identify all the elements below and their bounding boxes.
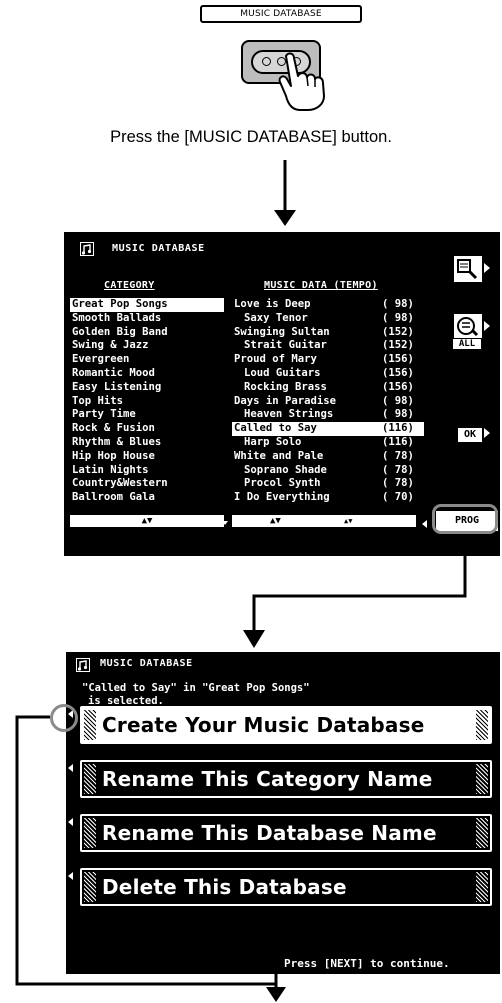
search-database-button[interactable]: [452, 254, 484, 284]
music-data-name: Heaven Strings: [244, 408, 334, 421]
music-data-name: Harp Solo: [244, 435, 302, 448]
music-data-header: MUSIC DATA (TEMPO): [264, 280, 378, 291]
music-database-button-label: MUSIC DATABASE: [200, 5, 362, 23]
music-data-tempo: (156): [382, 380, 414, 393]
music-data-item[interactable]: Called to Say (116): [232, 422, 424, 436]
category-item[interactable]: Romantic Mood: [70, 367, 224, 381]
music-data-tempo: ( 70): [382, 491, 414, 504]
music-data-item[interactable]: Proud of Mary (156): [232, 353, 424, 367]
music-data-item[interactable]: Heaven Strings ( 98): [232, 408, 424, 422]
music-data-item[interactable]: Rocking Brass (156): [232, 381, 424, 395]
category-item[interactable]: Rhythm & Blues: [70, 436, 224, 450]
side-arrow-icon: [484, 321, 490, 331]
music-data-name: Swinging Sultan: [234, 325, 330, 338]
down-arrow-icon: [266, 981, 286, 1002]
music-data-scroll-arrows-small: ▲▼: [344, 517, 353, 525]
music-data-name: Soprano Shade: [244, 463, 327, 476]
music-data-item[interactable]: Saxy Tenor ( 98): [232, 312, 424, 326]
category-item[interactable]: Evergreen: [70, 353, 224, 367]
category-list: Great Pop Songs Smooth Ballads Golden Big …: [70, 298, 224, 505]
category-item[interactable]: Rock & Fusion: [70, 422, 224, 436]
category-item[interactable]: Latin Nights: [70, 464, 224, 478]
instruction-text: Press the [MUSIC DATABASE] button.: [110, 128, 392, 146]
music-data-tempo: ( 98): [382, 408, 414, 421]
music-data-tempo: (156): [382, 366, 414, 379]
music-data-scroll-arrows: ▲▼: [270, 516, 281, 526]
music-data-name: Proud of Mary: [234, 353, 317, 366]
category-item[interactable]: Swing & Jazz: [70, 339, 224, 353]
music-data-name: Saxy Tenor: [244, 311, 308, 324]
music-data-tempo: (116): [382, 422, 414, 435]
music-data-name: Love is Deep: [234, 298, 311, 310]
music-data-tempo: ( 98): [382, 394, 414, 407]
category-item[interactable]: Golden Big Band: [70, 326, 224, 340]
all-button[interactable]: ALL: [452, 338, 482, 350]
music-data-list: Love is Deep ( 98) Saxy Tenor ( 98) Swinging…: [232, 298, 424, 505]
category-item[interactable]: Hip Hop House: [70, 450, 224, 464]
music-data-item[interactable]: Love is Deep ( 98): [232, 298, 424, 312]
music-data-scroll-button[interactable]: ▲▼ ▲▼: [232, 515, 416, 527]
ok-button[interactable]: OK: [456, 426, 484, 444]
category-item[interactable]: Great Pop Songs: [70, 298, 224, 312]
category-item[interactable]: Smooth Ballads: [70, 312, 224, 326]
music-data-item[interactable]: Swinging Sultan (152): [232, 326, 424, 340]
music-data-item[interactable]: Days in Paradise ( 98): [232, 395, 424, 409]
music-data-item[interactable]: White and Pale ( 78): [232, 450, 424, 464]
music-data-name: Strait Guitar: [244, 339, 327, 352]
music-database-icon: [80, 242, 94, 256]
category-item[interactable]: Easy Listening: [70, 381, 224, 395]
music-data-tempo: ( 78): [382, 449, 414, 462]
search-icon: [457, 259, 478, 280]
screen-title: MUSIC DATABASE: [100, 658, 193, 669]
hatch-decoration: [476, 764, 488, 794]
pointing-hand-icon: [278, 52, 325, 111]
down-arrow-icon: [274, 160, 296, 226]
music-database-icon: [76, 658, 90, 672]
music-data-tempo: ( 78): [382, 477, 414, 490]
side-arrow-icon: [484, 263, 490, 273]
music-data-tempo: ( 98): [382, 298, 414, 310]
music-data-tempo: ( 78): [382, 463, 414, 476]
screen-title: MUSIC DATABASE: [112, 243, 205, 254]
category-item[interactable]: Ballroom Gala: [70, 491, 224, 505]
music-data-name: Called to Say: [234, 422, 317, 435]
music-data-name: Rocking Brass: [244, 380, 327, 393]
music-data-name: Days in Paradise: [234, 394, 337, 407]
flow-connector-return: [15, 715, 278, 986]
hatch-decoration: [476, 872, 488, 902]
music-data-item[interactable]: Loud Guitars (156): [232, 367, 424, 381]
music-data-tempo: ( 98): [382, 311, 414, 324]
hatch-decoration: [476, 818, 488, 848]
music-data-name: Loud Guitars: [244, 366, 321, 379]
footer-hint: Press [NEXT] to continue.: [284, 957, 450, 970]
music-data-item[interactable]: Procol Synth ( 78): [232, 477, 424, 491]
side-arrow-icon: [484, 428, 490, 438]
music-data-item[interactable]: I Do Everything ( 70): [232, 491, 424, 505]
music-data-item[interactable]: Soprano Shade ( 78): [232, 464, 424, 478]
music-data-item[interactable]: Harp Solo (116): [232, 436, 424, 450]
music-data-name: I Do Everything: [234, 491, 330, 504]
hatch-decoration: [476, 710, 488, 740]
prog-arrow-icon: [422, 520, 427, 528]
flow-connector: [243, 534, 467, 648]
music-data-item[interactable]: Strait Guitar (152): [232, 339, 424, 353]
music-data-name: Procol Synth: [244, 477, 321, 490]
music-data-tempo: (152): [382, 325, 414, 338]
music-data-tempo: (156): [382, 353, 414, 366]
music-data-tempo: (152): [382, 339, 414, 352]
category-header: CATEGORY: [104, 280, 155, 291]
category-item[interactable]: Top Hits: [70, 395, 224, 409]
music-data-tempo: (116): [382, 435, 414, 448]
category-page-arrow-icon: [222, 521, 228, 525]
music-data-name: White and Pale: [234, 449, 324, 462]
filter-database-icon: [457, 317, 479, 337]
category-item[interactable]: Party Time: [70, 408, 224, 422]
category-item[interactable]: Country&Western: [70, 477, 224, 491]
selection-message: "Called to Say" in "Great Pop Songs": [82, 682, 310, 694]
category-scroll-button[interactable]: ▲▼: [70, 515, 224, 527]
